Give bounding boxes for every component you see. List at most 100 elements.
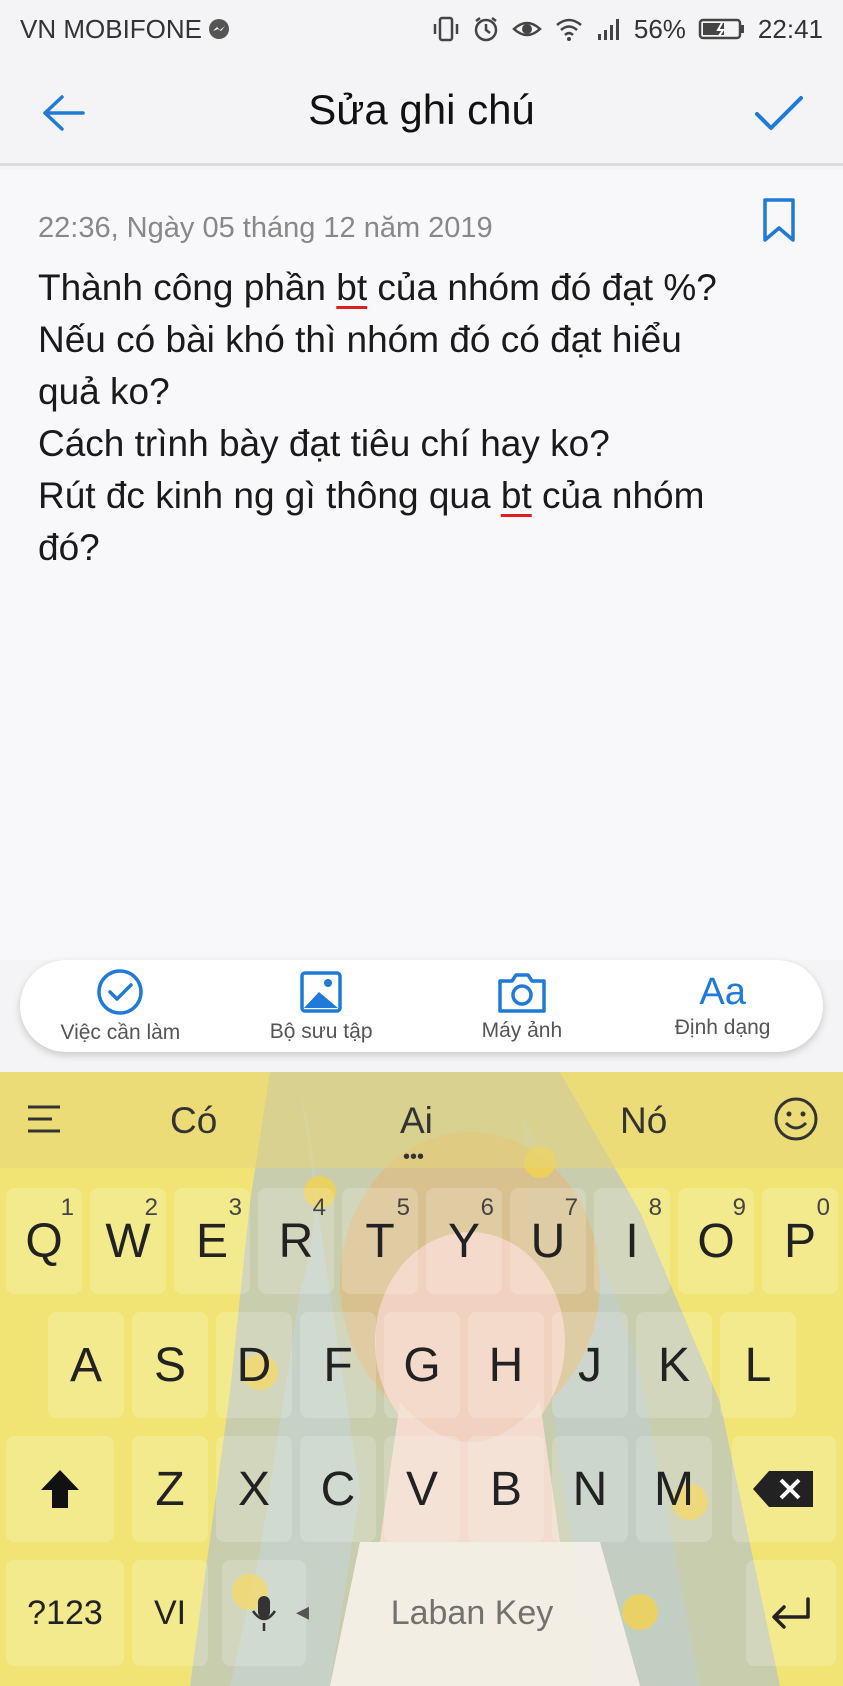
- key-q[interactable]: Q1: [6, 1188, 82, 1294]
- vibrate-icon: [432, 15, 460, 43]
- key-c[interactable]: C: [300, 1436, 376, 1542]
- key-f[interactable]: F: [300, 1312, 376, 1418]
- app-header: Sửa ghi chú: [0, 58, 843, 166]
- key-j[interactable]: J: [552, 1312, 628, 1418]
- todo-button[interactable]: Việc cần làm: [20, 960, 221, 1052]
- key-label: P: [783, 1214, 816, 1268]
- note-timestamp: 22:36, Ngày 05 tháng 12 năm 2019: [38, 212, 493, 244]
- note-text-segment: Thành công phần: [38, 267, 337, 308]
- key-y[interactable]: Y6: [426, 1188, 502, 1294]
- key-e[interactable]: E3: [174, 1188, 250, 1294]
- key-z[interactable]: Z: [132, 1436, 208, 1542]
- todo-label: Việc cần làm: [60, 1021, 181, 1044]
- suggestion-bar: Có Ai ••• Nó: [0, 1072, 843, 1168]
- space-bar-label: Laban Key: [390, 1593, 554, 1632]
- note-text-segment: quả ko?: [38, 371, 170, 412]
- status-left: VN MOBIFONE: [20, 14, 230, 45]
- note-editor[interactable]: 22:36, Ngày 05 tháng 12 năm 2019 Thành c…: [0, 170, 843, 960]
- key-u[interactable]: U7: [510, 1188, 586, 1294]
- text-format-icon: Aa: [699, 971, 746, 1013]
- suggestion-item[interactable]: Ai: [400, 1100, 433, 1142]
- key-t[interactable]: T5: [342, 1188, 418, 1294]
- key-label: I: [625, 1214, 639, 1268]
- key-r[interactable]: R4: [258, 1188, 334, 1294]
- key-d[interactable]: D: [216, 1312, 292, 1418]
- eye-icon: [512, 17, 542, 41]
- backspace-icon: [753, 1471, 813, 1507]
- key-row-2: A S D F G H J K L: [0, 1312, 843, 1428]
- misspelled-word[interactable]: bt: [336, 267, 367, 308]
- status-right: 56% 22:41: [432, 14, 823, 45]
- note-line: Thành công phần bt của nhóm đó đạt %?: [38, 262, 818, 314]
- save-button[interactable]: [751, 86, 807, 142]
- shift-icon: [41, 1470, 79, 1508]
- gallery-icon: [300, 971, 342, 1013]
- key-n[interactable]: N: [552, 1436, 628, 1542]
- key-s[interactable]: S: [132, 1312, 208, 1418]
- key-hint: 8: [648, 1194, 662, 1221]
- wifi-icon: [554, 16, 584, 42]
- key-l[interactable]: L: [720, 1312, 796, 1418]
- enter-icon: [772, 1597, 810, 1629]
- key-hint: 2: [144, 1194, 158, 1221]
- format-label: Định dạng: [674, 1016, 771, 1039]
- key-label: Y: [447, 1214, 480, 1268]
- enter-key[interactable]: [746, 1560, 836, 1666]
- space-bar[interactable]: ◂ Laban Key: [296, 1560, 622, 1666]
- note-text[interactable]: Thành công phần bt của nhóm đó đạt %? Nế…: [38, 262, 818, 574]
- menu-icon[interactable]: [26, 1102, 66, 1141]
- key-hint: 4: [312, 1194, 326, 1221]
- key-h[interactable]: H: [468, 1312, 544, 1418]
- carrier-name: VN MOBIFONE: [20, 13, 203, 44]
- key-k[interactable]: K: [636, 1312, 712, 1418]
- camera-icon: [498, 973, 546, 1013]
- key-a[interactable]: A: [48, 1312, 124, 1418]
- bookmark-button[interactable]: [759, 196, 799, 244]
- key-hint: 5: [396, 1194, 410, 1221]
- mic-key[interactable]: [222, 1560, 306, 1666]
- backspace-key[interactable]: [732, 1436, 836, 1542]
- note-text-segment: Nếu có bài khó thì nhóm đó có đạt hiểu: [38, 319, 682, 360]
- key-b[interactable]: B: [468, 1436, 544, 1542]
- key-label: U: [530, 1214, 566, 1268]
- key-hint: 0: [816, 1194, 830, 1221]
- note-line: Nếu có bài khó thì nhóm đó có đạt hiểu: [38, 314, 818, 366]
- note-text-segment: Cách trình bày đạt tiêu chí hay ko?: [38, 423, 610, 464]
- key-hint: 9: [732, 1194, 746, 1221]
- language-key[interactable]: VI: [132, 1560, 208, 1666]
- numbers-key[interactable]: ?123: [6, 1560, 124, 1666]
- note-text-segment: đó?: [38, 527, 100, 568]
- key-x[interactable]: X: [216, 1436, 292, 1542]
- key-v[interactable]: V: [384, 1436, 460, 1542]
- suggestion-item[interactable]: Nó: [620, 1100, 667, 1142]
- shift-key[interactable]: [6, 1436, 114, 1542]
- camera-label: Máy ảnh: [481, 1019, 563, 1042]
- more-suggestions-icon[interactable]: •••: [403, 1146, 424, 1169]
- key-g[interactable]: G: [384, 1312, 460, 1418]
- key-m[interactable]: M: [636, 1436, 712, 1542]
- camera-button[interactable]: Máy ảnh: [422, 960, 623, 1052]
- key-hint: 6: [480, 1194, 494, 1221]
- keyboard: Có Ai ••• Nó Q1 W2 E3 R4 T5 Y6 U7 I8 O9 …: [0, 1072, 843, 1686]
- key-i[interactable]: I8: [594, 1188, 670, 1294]
- key-label: R: [278, 1214, 314, 1268]
- key-row-1: Q1 W2 E3 R4 T5 Y6 U7 I8 O9 P0: [0, 1188, 843, 1304]
- key-o[interactable]: O9: [678, 1188, 754, 1294]
- cursor-left-icon: ◂: [296, 1596, 310, 1626]
- misspelled-word[interactable]: bt: [501, 475, 532, 516]
- format-button[interactable]: Aa Định dạng: [622, 960, 823, 1052]
- clock: 22:41: [757, 13, 823, 44]
- gallery-button[interactable]: Bộ sưu tập: [221, 960, 422, 1052]
- alarm-icon: [472, 15, 500, 43]
- checkmark-icon: [755, 96, 803, 130]
- key-w[interactable]: W2: [90, 1188, 166, 1294]
- note-text-segment: của nhóm đó đạt %?: [367, 267, 717, 308]
- note-line: Cách trình bày đạt tiêu chí hay ko?: [38, 418, 818, 470]
- note-line: đó?: [38, 522, 818, 574]
- key-p[interactable]: P0: [762, 1188, 838, 1294]
- key-hint: 3: [228, 1194, 242, 1221]
- suggestion-item[interactable]: Có: [170, 1100, 217, 1142]
- key-hint: 1: [60, 1194, 74, 1221]
- emoji-icon[interactable]: [773, 1096, 819, 1147]
- key-label: Q: [25, 1214, 63, 1268]
